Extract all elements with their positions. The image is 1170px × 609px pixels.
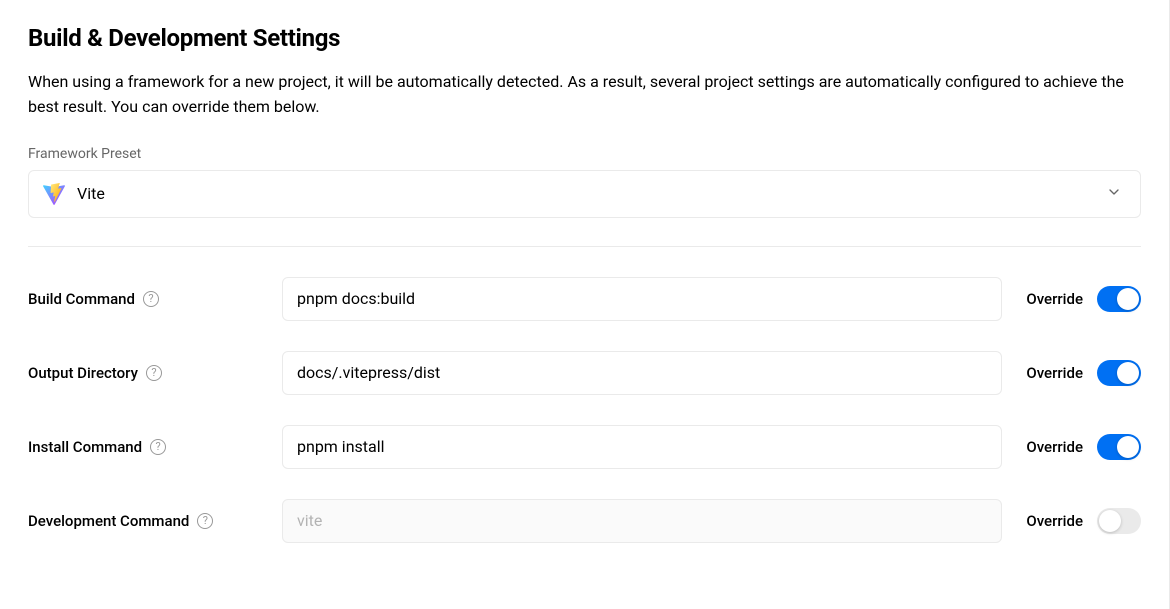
output-directory-row: Output Directory ? Override [28, 351, 1141, 395]
chevron-down-icon [1106, 184, 1122, 204]
override-label: Override [1026, 512, 1083, 530]
install-command-input[interactable] [282, 425, 1002, 469]
output-directory-label: Output Directory [28, 364, 138, 382]
development-command-override-toggle[interactable] [1097, 508, 1141, 534]
page-description: When using a framework for a new project… [28, 70, 1141, 120]
development-command-label: Development Command [28, 512, 189, 530]
build-settings-panel: Build & Development Settings When using … [0, 0, 1170, 609]
divider [28, 246, 1141, 247]
build-command-label: Build Command [28, 290, 135, 308]
override-label: Override [1026, 438, 1083, 456]
framework-preset-select[interactable]: Vite [28, 170, 1141, 218]
install-command-row: Install Command ? Override [28, 425, 1141, 469]
build-command-row: Build Command ? Override [28, 277, 1141, 321]
build-command-input[interactable] [282, 277, 1002, 321]
output-directory-input[interactable] [282, 351, 1002, 395]
vite-icon [43, 183, 65, 205]
build-command-override-toggle[interactable] [1097, 286, 1141, 312]
development-command-input[interactable] [282, 499, 1002, 543]
override-label: Override [1026, 290, 1083, 308]
install-command-label: Install Command [28, 438, 142, 456]
framework-preset-value: Vite [77, 184, 105, 203]
help-icon[interactable]: ? [143, 291, 159, 307]
help-icon[interactable]: ? [146, 365, 162, 381]
output-directory-override-toggle[interactable] [1097, 360, 1141, 386]
framework-preset-label: Framework Preset [28, 146, 1141, 162]
development-command-row: Development Command ? Override [28, 499, 1141, 543]
help-icon[interactable]: ? [150, 439, 166, 455]
override-label: Override [1026, 364, 1083, 382]
page-title: Build & Development Settings [28, 24, 1141, 52]
install-command-override-toggle[interactable] [1097, 434, 1141, 460]
help-icon[interactable]: ? [197, 513, 213, 529]
